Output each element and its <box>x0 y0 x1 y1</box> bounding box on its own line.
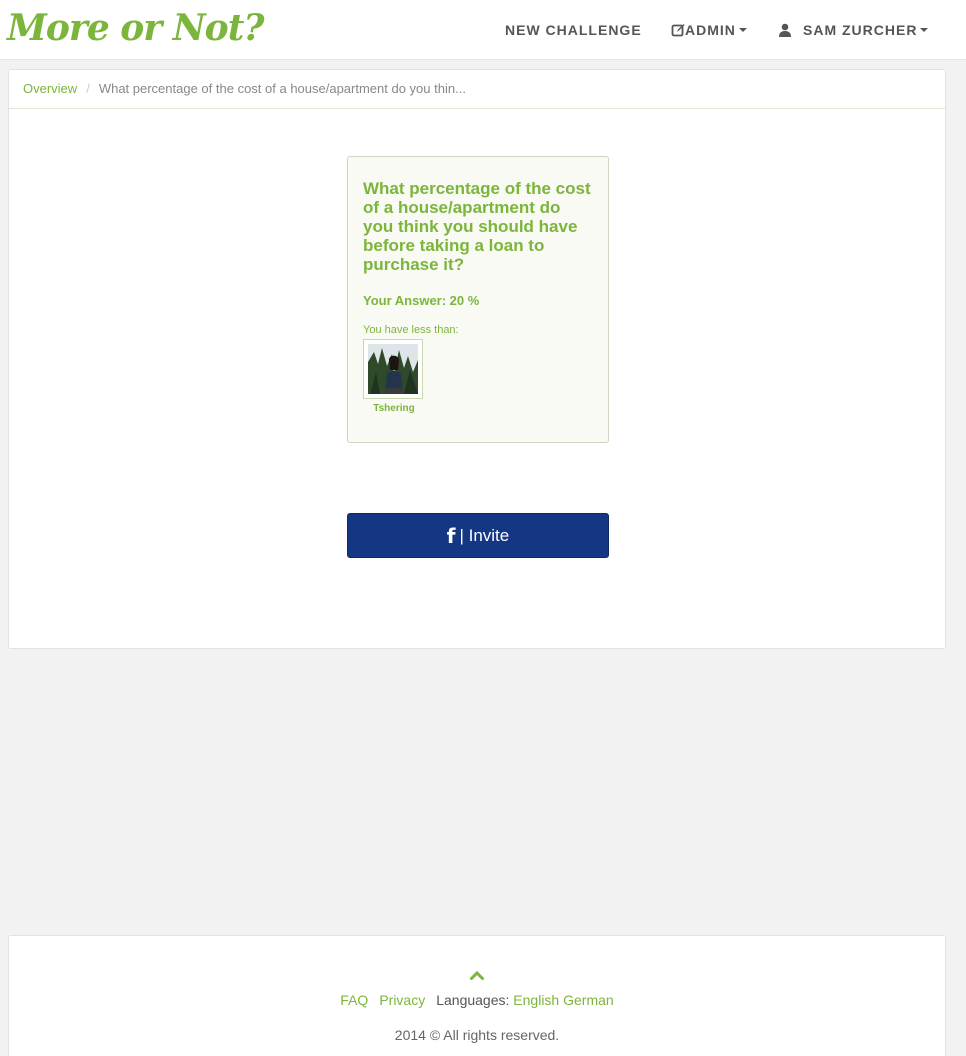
lang-german-link[interactable]: German <box>563 992 614 1008</box>
nav-user-dropdown[interactable]: SAM ZURCHER <box>778 21 929 39</box>
less-than-label: You have less than: <box>363 324 459 336</box>
friend-photo <box>368 344 418 394</box>
footer: FAQ Privacy Languages: English German 2014… <box>8 935 946 1056</box>
breadcrumb-separator: / <box>86 81 90 96</box>
caret-down-icon <box>920 28 929 32</box>
copyright: 2014 © All rights reserved. <box>394 1027 560 1043</box>
question-title: What percentage of the cost of a house/a… <box>363 179 591 274</box>
lang-english-link[interactable]: English <box>513 992 559 1008</box>
nav-new-challenge[interactable]: NEW CHALLENGE <box>505 21 642 39</box>
nav-admin-dropdown[interactable]: ADMIN <box>671 21 747 39</box>
nav-admin-label: ADMIN <box>685 22 736 38</box>
friend-item: Tshering <box>363 339 425 414</box>
privacy-link[interactable]: Privacy <box>379 992 425 1008</box>
breadcrumb-overview-link[interactable]: Overview <box>23 81 77 96</box>
faq-link[interactable]: FAQ <box>340 992 368 1008</box>
navbar: More or Not? NEW CHALLENGE ADMIN SAM ZUR… <box>0 0 966 60</box>
caret-down-icon <box>738 28 747 32</box>
facebook-icon: f <box>446 523 456 548</box>
footer-links: FAQ Privacy Languages: English German <box>9 992 945 1009</box>
invite-label: | Invite <box>459 525 510 545</box>
question-card: What percentage of the cost of a house/a… <box>347 156 609 443</box>
nav-user-label: SAM ZURCHER <box>803 22 918 38</box>
logo[interactable]: More or Not? <box>7 6 264 50</box>
breadcrumb: Overview / What percentage of the cost of … <box>9 70 945 109</box>
facebook-invite-button[interactable]: f | Invite <box>347 513 609 558</box>
languages-label: Languages: <box>436 992 510 1008</box>
edit-icon <box>671 24 685 37</box>
user-icon <box>779 23 791 37</box>
challenge-panel: Overview / What percentage of the cost of … <box>8 69 946 649</box>
avatar[interactable] <box>363 339 423 399</box>
friend-name[interactable]: Tshering <box>363 403 425 414</box>
your-answer: Your Answer: 20 % <box>363 293 480 308</box>
breadcrumb-current: What percentage of the cost of a house/a… <box>98 81 466 96</box>
chevron-up-icon[interactable] <box>470 970 484 980</box>
